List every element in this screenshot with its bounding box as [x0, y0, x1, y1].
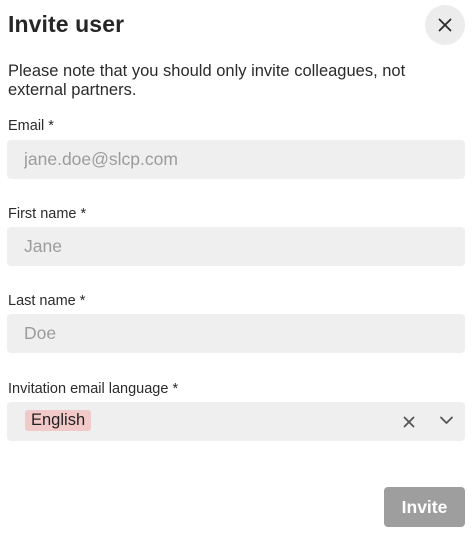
last-name-field[interactable] [7, 314, 465, 353]
language-label: Invitation email language * [8, 381, 179, 397]
chevron-down-icon[interactable] [439, 415, 454, 425]
invite-button[interactable]: Invite [384, 487, 465, 527]
last-name-label: Last name * [8, 293, 86, 309]
email-field-wrapper [7, 140, 465, 179]
invite-note: Please note that you should only invite … [8, 62, 406, 99]
dialog-title: Invite user [8, 11, 125, 37]
first-name-field[interactable] [7, 227, 465, 266]
close-button[interactable] [425, 5, 465, 45]
language-select[interactable]: English [7, 402, 465, 441]
selected-language-tag: English [25, 410, 92, 431]
last-name-field-wrapper [7, 314, 465, 353]
close-icon [438, 18, 452, 32]
first-name-label: First name * [8, 206, 87, 222]
email-field[interactable] [7, 140, 465, 179]
email-label: Email * [8, 118, 54, 134]
first-name-field-wrapper [7, 227, 465, 266]
clear-icon[interactable] [403, 416, 415, 428]
